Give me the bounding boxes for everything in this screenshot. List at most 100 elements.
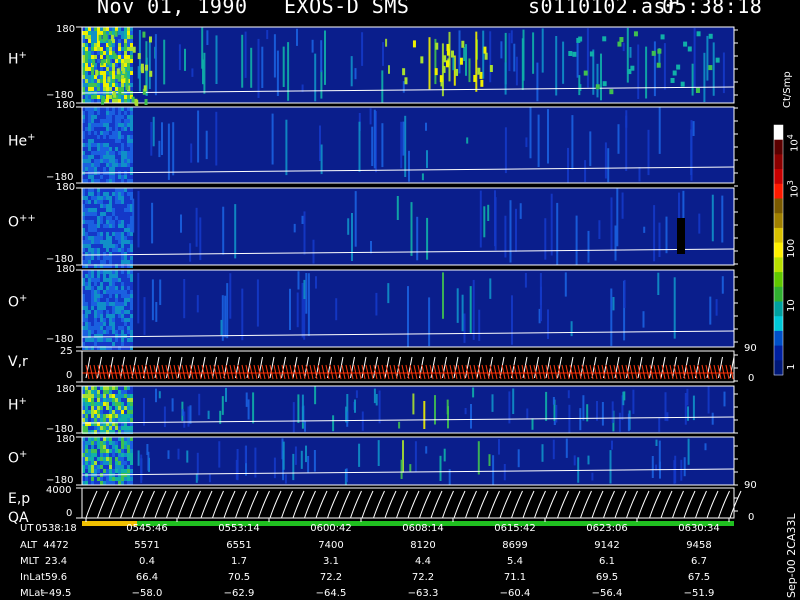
flux-cell — [85, 35, 88, 39]
flux-cell — [100, 318, 103, 322]
flux-cell — [97, 398, 100, 402]
flux-cell — [100, 115, 103, 119]
flux-streak — [443, 448, 446, 462]
flux-cell — [97, 270, 100, 274]
flux-cell — [97, 477, 100, 481]
flux-streak — [693, 27, 696, 88]
flux-cell — [124, 159, 127, 163]
flux-cell — [115, 260, 118, 264]
flux-cell — [127, 318, 130, 322]
flux-streak — [305, 273, 308, 314]
flux-cell — [118, 240, 121, 244]
flux-streak — [421, 173, 424, 181]
flux-streak — [610, 197, 613, 250]
flux-streak — [292, 453, 295, 481]
flux-cell — [97, 322, 100, 326]
flux-streak — [570, 321, 573, 337]
flux-streak — [369, 108, 372, 125]
flux-cell — [97, 390, 100, 394]
flux-cell — [121, 386, 124, 390]
flux-cell — [109, 437, 112, 441]
flux-streak — [371, 126, 374, 166]
flux-streak — [698, 213, 701, 234]
flux-streak — [276, 50, 279, 96]
flux-cell — [127, 224, 130, 228]
flux-cell — [124, 326, 127, 330]
flux-cell — [94, 139, 97, 143]
flux-cell — [91, 453, 94, 457]
flux-cell — [106, 445, 109, 449]
flux-cell — [88, 437, 91, 441]
y-tick-top: 180 — [56, 264, 76, 275]
flux-streak — [589, 131, 592, 167]
flux-cell — [112, 414, 115, 418]
flux-cell — [94, 252, 97, 256]
flux-cell — [121, 143, 124, 147]
flux-cell — [106, 131, 109, 135]
flux-cell — [112, 83, 115, 87]
panel-background — [82, 386, 734, 433]
flux-cell — [115, 212, 118, 216]
flux-cell — [130, 192, 133, 196]
flux-cell — [121, 147, 124, 151]
table-cell: 0623:06 — [586, 523, 628, 534]
flux-cell — [94, 270, 97, 274]
flux-cell — [121, 196, 124, 200]
flux-cell — [91, 151, 94, 155]
flux-cell — [112, 256, 115, 260]
flux-blob — [92, 59, 96, 66]
flux-streak — [658, 222, 661, 257]
flux-streak — [158, 391, 161, 399]
flux-streak — [564, 272, 567, 297]
flux-cell — [85, 282, 88, 286]
flux-streak — [513, 43, 516, 72]
flux-cell — [85, 127, 88, 131]
flux-streak — [610, 288, 613, 346]
flux-cell — [121, 47, 124, 51]
flux-cell — [91, 67, 94, 71]
flux-cell — [118, 159, 121, 163]
flux-cell — [115, 87, 118, 91]
flux-cell — [88, 224, 91, 228]
flux-cell — [91, 167, 94, 171]
flux-cell — [88, 51, 91, 55]
flux-cell — [124, 31, 127, 35]
flux-cell — [121, 294, 124, 298]
flux-cell — [121, 139, 124, 143]
flux-cell — [94, 402, 97, 406]
flux-cell — [88, 107, 91, 111]
flux-cell — [88, 127, 91, 131]
flux-cell — [127, 306, 130, 310]
flux-cell — [106, 115, 109, 119]
flux-cell — [115, 111, 118, 115]
flux-cell — [88, 204, 91, 208]
flux-streak — [355, 390, 358, 398]
flux-blob — [110, 34, 114, 41]
flux-cell — [88, 318, 91, 322]
flux-cell — [118, 95, 121, 99]
flux-cell — [85, 51, 88, 55]
flux-cell — [85, 390, 88, 394]
flux-streak — [361, 32, 364, 66]
flux-cell — [103, 314, 106, 318]
flux-cell — [85, 59, 88, 63]
flux-cell — [85, 196, 88, 200]
flux-cell — [115, 188, 118, 192]
flux-streak — [234, 204, 237, 259]
flux-cell — [88, 274, 91, 278]
flux-streak — [155, 388, 157, 403]
flux-streak — [266, 30, 269, 40]
flux-cell — [97, 274, 100, 278]
flux-cell — [100, 282, 103, 286]
flux-cell — [103, 256, 106, 260]
table-cell: 72.2 — [411, 572, 435, 583]
flux-cell — [85, 43, 88, 47]
flux-cell — [109, 87, 112, 91]
flux-streak — [184, 48, 186, 71]
flux-streak — [612, 297, 615, 311]
flux-cell — [100, 47, 103, 51]
flux-cell — [121, 155, 124, 159]
flux-cell — [91, 236, 94, 240]
flux-cell — [106, 204, 109, 208]
flux-cell — [109, 302, 112, 306]
